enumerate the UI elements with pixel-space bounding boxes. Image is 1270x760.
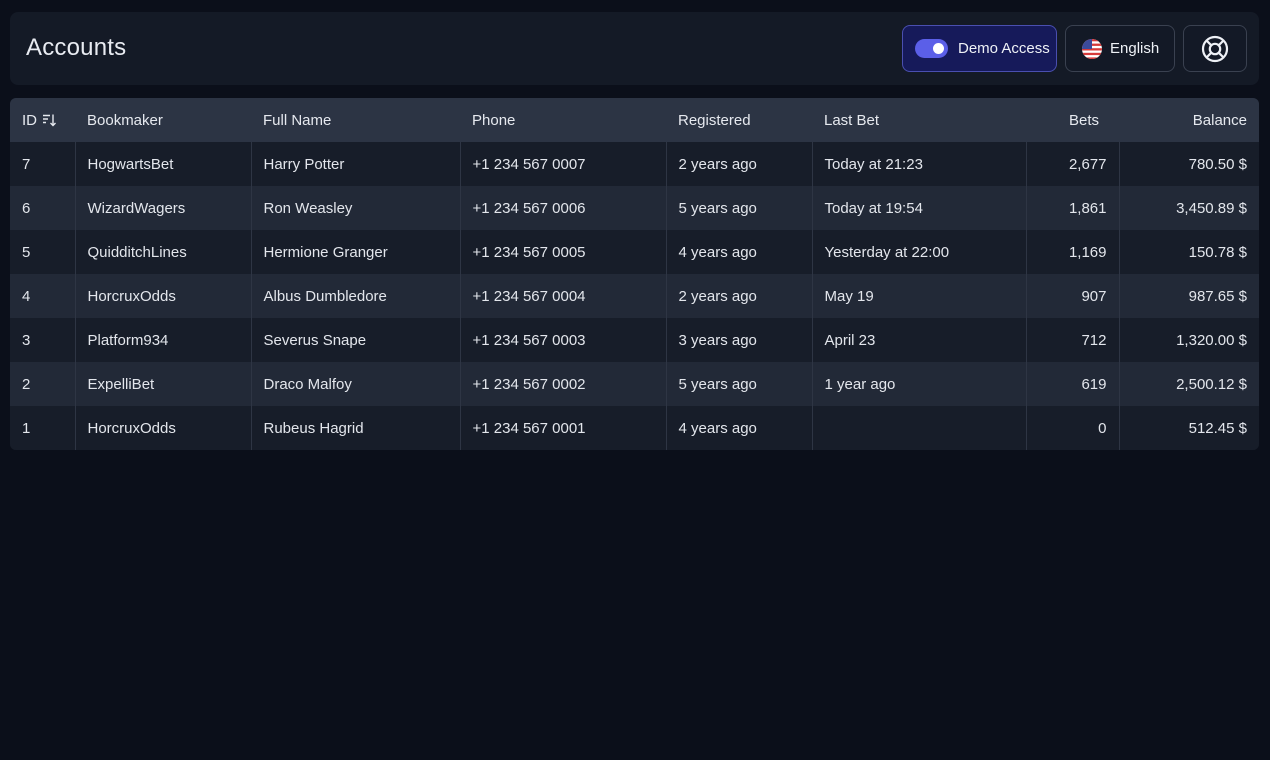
cell-last-bet: April 23 bbox=[811, 318, 1026, 362]
cell-registered: 2 years ago bbox=[665, 274, 812, 318]
cell-bookmaker: HorcruxOdds bbox=[74, 274, 251, 318]
column-header-registered[interactable]: Registered bbox=[666, 98, 812, 142]
cell-bookmaker: WizardWagers bbox=[74, 186, 251, 230]
cell-last-bet: Today at 19:54 bbox=[811, 186, 1026, 230]
column-header-bookmaker[interactable]: Bookmaker bbox=[75, 98, 251, 142]
cell-bookmaker: Platform934 bbox=[74, 318, 251, 362]
column-header-balance[interactable]: Balance bbox=[1119, 98, 1259, 142]
cell-last-bet bbox=[811, 406, 1026, 450]
table-row[interactable]: 6 WizardWagers Ron Weasley +1 234 567 0006 5… bbox=[10, 186, 1259, 230]
page-header: Accounts Demo Access English bbox=[10, 12, 1259, 85]
cell-bets: 712 bbox=[1025, 318, 1119, 362]
cell-registered: 5 years ago bbox=[665, 362, 812, 406]
cell-id: 1 bbox=[22, 419, 31, 437]
cell-full-name: Ron Weasley bbox=[250, 186, 460, 230]
cell-phone: +1 234 567 0004 bbox=[459, 274, 666, 318]
demo-access-switch[interactable] bbox=[915, 39, 948, 58]
lifebuoy-icon bbox=[1201, 35, 1229, 62]
cell-bets: 907 bbox=[1025, 274, 1119, 318]
cell-full-name: Rubeus Hagrid bbox=[250, 406, 460, 450]
cell-bookmaker: HogwartsBet bbox=[74, 142, 251, 186]
column-header-id-label: ID bbox=[22, 111, 37, 129]
table-row[interactable]: 1 HorcruxOdds Rubeus Hagrid +1 234 567 0001… bbox=[10, 406, 1259, 450]
cell-last-bet: Yesterday at 22:00 bbox=[811, 230, 1026, 274]
cell-phone: +1 234 567 0007 bbox=[459, 142, 666, 186]
cell-registered: 4 years ago bbox=[665, 230, 812, 274]
cell-full-name: Hermione Granger bbox=[250, 230, 460, 274]
cell-full-name: Draco Malfoy bbox=[250, 362, 460, 406]
column-header-bets[interactable]: Bets bbox=[1026, 98, 1119, 142]
column-header-full-name[interactable]: Full Name bbox=[251, 98, 460, 142]
column-header-phone[interactable]: Phone bbox=[460, 98, 666, 142]
cell-id: 4 bbox=[22, 287, 31, 305]
cell-bets: 2,677 bbox=[1025, 142, 1119, 186]
switch-knob bbox=[933, 43, 944, 54]
cell-bets: 1,169 bbox=[1025, 230, 1119, 274]
table-row[interactable]: 7 HogwartsBet Harry Potter +1 234 567 0007 2… bbox=[10, 142, 1259, 186]
page-title: Accounts bbox=[26, 34, 127, 61]
cell-registered: 2 years ago bbox=[665, 142, 812, 186]
table-body: 7 HogwartsBet Harry Potter +1 234 567 0007 2… bbox=[10, 142, 1259, 450]
cell-registered: 5 years ago bbox=[665, 186, 812, 230]
cell-last-bet: Today at 21:23 bbox=[811, 142, 1026, 186]
cell-bets: 619 bbox=[1025, 362, 1119, 406]
help-button[interactable] bbox=[1183, 25, 1247, 72]
cell-last-bet: May 19 bbox=[811, 274, 1026, 318]
cell-full-name: Harry Potter bbox=[250, 142, 460, 186]
cell-phone: +1 234 567 0003 bbox=[459, 318, 666, 362]
cell-registered: 4 years ago bbox=[665, 406, 812, 450]
accounts-table: ID Bookmaker Full Name Phone Registered … bbox=[10, 98, 1259, 450]
cell-phone: +1 234 567 0001 bbox=[459, 406, 666, 450]
cell-phone: +1 234 567 0002 bbox=[459, 362, 666, 406]
cell-bets: 0 bbox=[1025, 406, 1119, 450]
language-label: English bbox=[1110, 40, 1160, 57]
cell-id: 7 bbox=[22, 155, 31, 173]
cell-balance: 2,500.12 $ bbox=[1118, 362, 1259, 406]
cell-bookmaker: HorcruxOdds bbox=[74, 406, 251, 450]
table-row[interactable]: 5 QuidditchLines Hermione Granger +1 234 56… bbox=[10, 230, 1259, 274]
cell-balance: 1,320.00 $ bbox=[1118, 318, 1259, 362]
demo-access-toggle-button[interactable]: Demo Access bbox=[902, 25, 1057, 72]
cell-id: 5 bbox=[22, 243, 31, 261]
column-header-id[interactable]: ID bbox=[10, 98, 75, 142]
cell-id: 6 bbox=[22, 199, 31, 217]
cell-phone: +1 234 567 0005 bbox=[459, 230, 666, 274]
cell-id: 3 bbox=[22, 331, 31, 349]
cell-phone: +1 234 567 0006 bbox=[459, 186, 666, 230]
sort-descending-icon[interactable] bbox=[42, 113, 56, 127]
column-header-last-bet[interactable]: Last Bet bbox=[812, 98, 1026, 142]
table-row[interactable]: 2 ExpelliBet Draco Malfoy +1 234 567 0002 5 … bbox=[10, 362, 1259, 406]
cell-balance: 3,450.89 $ bbox=[1118, 186, 1259, 230]
cell-balance: 150.78 $ bbox=[1118, 230, 1259, 274]
demo-access-label: Demo Access bbox=[958, 40, 1050, 57]
cell-bookmaker: ExpelliBet bbox=[74, 362, 251, 406]
cell-bets: 1,861 bbox=[1025, 186, 1119, 230]
language-selector-button[interactable]: English bbox=[1065, 25, 1175, 72]
cell-full-name: Albus Dumbledore bbox=[250, 274, 460, 318]
table-row[interactable]: 4 HorcruxOdds Albus Dumbledore +1 234 567 0… bbox=[10, 274, 1259, 318]
us-flag-icon bbox=[1082, 38, 1102, 59]
cell-bookmaker: QuidditchLines bbox=[74, 230, 251, 274]
cell-registered: 3 years ago bbox=[665, 318, 812, 362]
table-row[interactable]: 3 Platform934 Severus Snape +1 234 567 0003… bbox=[10, 318, 1259, 362]
cell-last-bet: 1 year ago bbox=[811, 362, 1026, 406]
table-header-row: ID Bookmaker Full Name Phone Registered … bbox=[10, 98, 1259, 142]
cell-id: 2 bbox=[22, 375, 31, 393]
cell-balance: 512.45 $ bbox=[1118, 406, 1259, 450]
cell-full-name: Severus Snape bbox=[250, 318, 460, 362]
cell-balance: 780.50 $ bbox=[1118, 142, 1259, 186]
cell-balance: 987.65 $ bbox=[1118, 274, 1259, 318]
